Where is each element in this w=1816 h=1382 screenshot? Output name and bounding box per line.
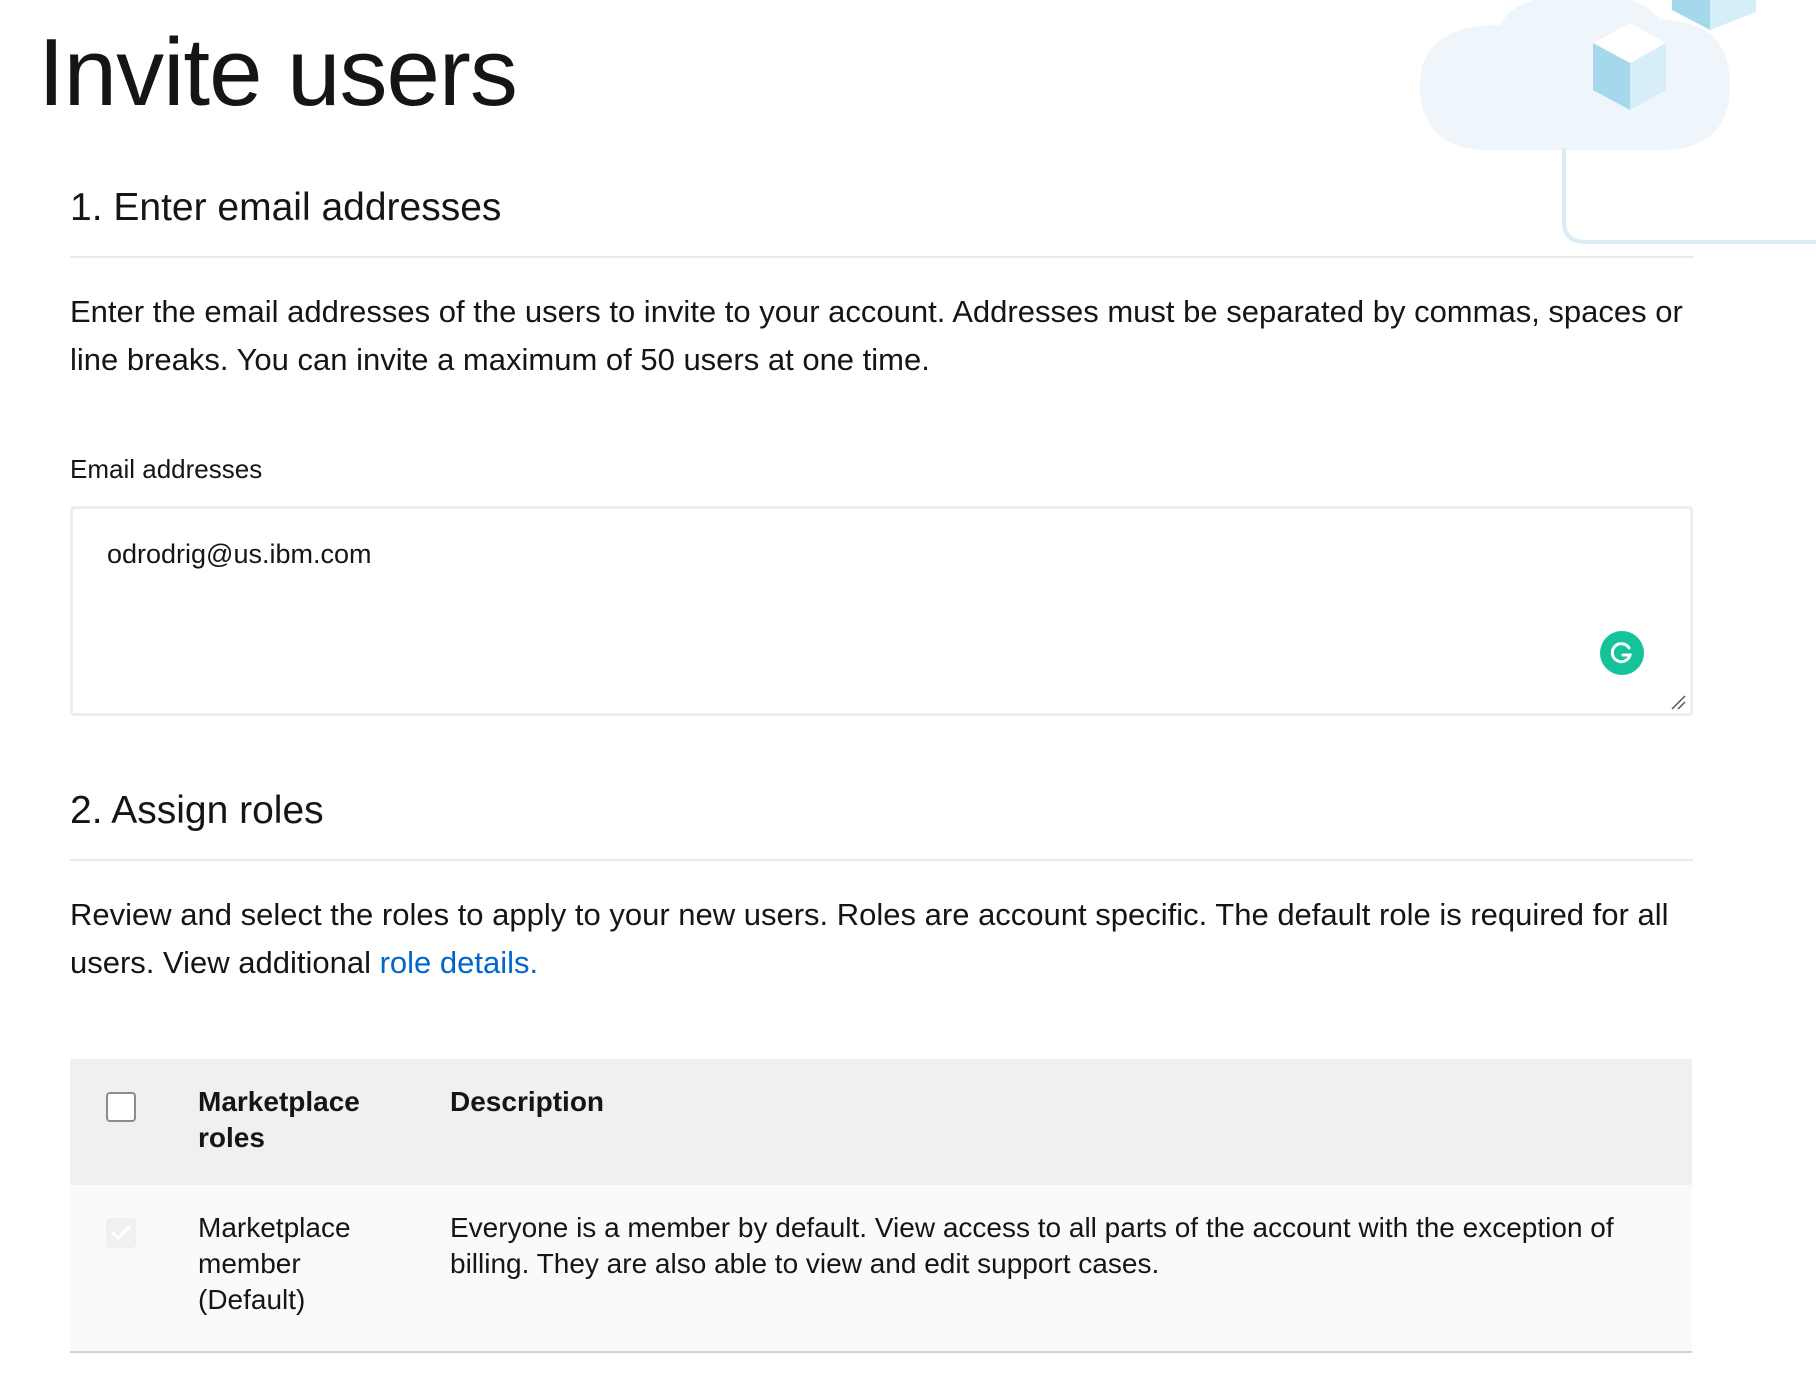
roles-description-text: Review and select the roles to apply to … <box>70 896 1669 980</box>
grammarly-icon[interactable] <box>1600 630 1644 675</box>
email-addresses-label: Email addresses <box>70 453 263 484</box>
email-section: 1. Enter email addresses Enter the email… <box>70 185 1693 716</box>
column-header-roles[interactable]: Marketplace roles <box>198 1084 360 1156</box>
email-section-description: Enter the email addresses of the users t… <box>70 293 1683 377</box>
column-header-roles-line1: Marketplace <box>198 1085 360 1117</box>
role-name-line2: member <box>198 1247 301 1279</box>
role-description-cell: Everyone is a member by default. View ac… <box>450 1210 1680 1282</box>
invite-users-page: Invite users 1. Enter email addresses En… <box>0 0 1816 1382</box>
roles-section-heading: 2. Assign roles <box>70 788 1693 861</box>
column-header-roles-line2: roles <box>198 1121 265 1153</box>
invite-form: 1. Enter email addresses Enter the email… <box>70 185 1693 1353</box>
column-header-description[interactable]: Description <box>450 1084 604 1120</box>
roles-section-description: Review and select the roles to apply to … <box>70 891 1693 987</box>
resize-handle-icon[interactable] <box>1670 694 1686 710</box>
role-name-cell: Marketplace member (Default) <box>198 1210 351 1318</box>
roles-table: Marketplace roles Description Marketplac… <box>70 1058 1692 1353</box>
role-description-line2: billing. They are also able to view and … <box>450 1247 1160 1279</box>
email-addresses-textarea[interactable]: odrodrig@us.ibm.com <box>70 505 1693 716</box>
email-section-heading: 1. Enter email addresses <box>70 185 1693 258</box>
check-icon <box>111 1225 131 1240</box>
email-addresses-value: odrodrig@us.ibm.com <box>107 538 372 569</box>
role-name-line1: Marketplace <box>198 1211 351 1243</box>
roles-section: 2. Assign roles Review and select the ro… <box>70 788 1693 1353</box>
role-details-link[interactable]: role details. <box>380 945 539 980</box>
table-row: Marketplace member (Default) Everyone is… <box>70 1184 1692 1353</box>
page-title: Invite users <box>38 19 518 126</box>
select-all-checkbox[interactable] <box>106 1091 136 1122</box>
role-name-line3: (Default) <box>198 1283 306 1315</box>
table-header-row: Marketplace roles Description <box>70 1058 1692 1185</box>
role-description-line1: Everyone is a member by default. View ac… <box>450 1211 1614 1243</box>
role-checkbox-member[interactable] <box>106 1217 136 1248</box>
